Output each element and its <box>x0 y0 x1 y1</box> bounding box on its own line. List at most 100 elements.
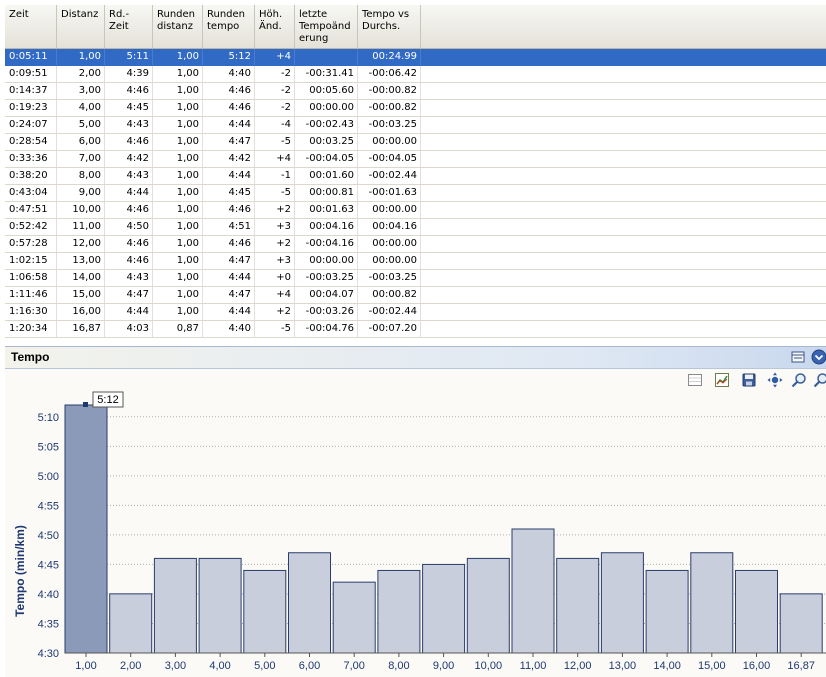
dropdown-icon[interactable] <box>811 349 826 365</box>
cell-runden_tempo: 4:44 <box>228 306 251 317</box>
cell-divider <box>420 151 421 167</box>
cell-divider <box>420 304 421 320</box>
column-header-letzte[interactable]: letzte Tempoänd erung <box>295 5 358 48</box>
chart-bar[interactable] <box>511 528 555 654</box>
table-row[interactable]: 0:43:04 9,00 4:44 1,00 4:45 -5 00:00.81 -00:01.… <box>5 185 826 202</box>
cell-tempo_vs: 00:00.00 <box>372 204 417 215</box>
column-header-tempo_vs[interactable]: Tempo vs Durchs. <box>358 5 421 48</box>
cell-letzte: 00:03.25 <box>309 136 354 147</box>
table-row[interactable]: 1:02:15 13,00 4:46 1,00 4:47 +3 00:00.00 00:00.… <box>5 253 826 270</box>
column-header-zeit[interactable]: Zeit <box>5 5 57 48</box>
cell-runden_distanz: 1,00 <box>176 221 199 232</box>
cell-tempo_vs: -00:03.25 <box>368 119 417 130</box>
chart-bar[interactable] <box>690 552 734 654</box>
cell-runden_tempo: 4:47 <box>228 136 251 147</box>
cell-distanz: 11,00 <box>72 221 101 232</box>
chart-bar[interactable] <box>466 557 510 654</box>
chart-bar[interactable] <box>288 552 331 654</box>
table-row[interactable]: 0:09:51 2,00 4:39 1,00 4:40 -2 -00:31.41 -00:06… <box>5 66 826 83</box>
zoom-in-icon[interactable] <box>791 372 807 388</box>
table-row[interactable]: 0:47:51 10,00 4:46 1,00 4:46 +2 00:01.63 00:00.… <box>5 202 826 219</box>
cell-divider <box>420 83 421 99</box>
cell-zeit: 1:06:58 <box>9 272 48 283</box>
x-tick-label: 12,00 <box>564 660 592 672</box>
chart-bar[interactable] <box>600 552 644 654</box>
cell-tempo_vs: -00:04.05 <box>368 153 417 164</box>
cell-runden_tempo: 4:47 <box>228 289 251 300</box>
column-header-hoeh[interactable]: Höh. Änd. <box>255 5 295 48</box>
cell-divider <box>420 117 421 133</box>
chart-bar[interactable] <box>198 557 242 654</box>
y-tick-label: 4:45 <box>38 559 59 571</box>
cell-hoeh: -2 <box>281 85 291 96</box>
x-tick-label: 15,00 <box>698 660 726 672</box>
chart-bar[interactable] <box>64 404 108 654</box>
chart-bar[interactable] <box>645 569 689 654</box>
table-row[interactable]: 0:38:20 8,00 4:43 1,00 4:44 -1 00:01.60 -00:02.… <box>5 168 826 185</box>
cell-letzte <box>295 49 358 65</box>
chart-bar[interactable] <box>422 563 466 654</box>
chart-bar[interactable] <box>243 569 287 654</box>
chart-bar[interactable] <box>109 593 153 654</box>
cell-letzte: -00:03.25 <box>305 272 354 283</box>
tempo-chart: 4:30 4:35 4:40 4:45 4:50 4:55 5:00 5:05 5:10 1,0… <box>5 391 826 677</box>
table-row[interactable]: 0:57:28 12,00 4:46 1,00 4:46 +2 -00:04.16 00:00… <box>5 236 826 253</box>
table-row[interactable]: 1:06:58 14,00 4:43 1,00 4:44 +0 -00:03.25 -00:0… <box>5 270 826 287</box>
cell-rd_zeit: 4:43 <box>126 119 149 130</box>
cell-runden_tempo: 4:51 <box>228 221 251 232</box>
grid-icon[interactable] <box>687 372 703 388</box>
table-row[interactable]: 1:20:34 16,87 4:03 0,87 4:40 -5 -00:04.76 -00:0… <box>5 321 826 338</box>
cell-rd_zeit: 4:46 <box>126 85 149 96</box>
save-icon[interactable] <box>741 372 757 388</box>
cell-letzte: -00:04.16 <box>305 238 354 249</box>
cell-runden_distanz: 1,00 <box>176 85 199 96</box>
cell-divider <box>420 321 421 337</box>
chart-bar[interactable] <box>779 593 823 654</box>
cell-rd_zeit: 4:46 <box>126 238 149 249</box>
table-row[interactable]: 0:24:07 5,00 4:43 1,00 4:44 -4 -00:02.43 -00:03… <box>5 117 826 134</box>
table-row[interactable]: 1:16:30 16,00 4:44 1,00 4:44 +2 -00:03.26 -00:0… <box>5 304 826 321</box>
cell-distanz: 6,00 <box>78 136 101 147</box>
x-tick-label: 9,00 <box>433 660 454 672</box>
cell-rd_zeit: 4:39 <box>126 68 149 79</box>
x-tick-label: 11,00 <box>520 660 547 672</box>
table-row[interactable]: 0:14:37 3,00 4:46 1,00 4:46 -2 00:05.60 -00:00.… <box>5 83 826 100</box>
cell-divider <box>420 253 421 269</box>
chart-bar[interactable] <box>153 557 197 654</box>
cell-tempo_vs: -00:02.44 <box>368 170 417 181</box>
cell-letzte: 00:00.00 <box>309 255 354 266</box>
zoom-out-icon[interactable] <box>813 372 826 388</box>
pan-icon[interactable] <box>767 372 783 388</box>
table-row[interactable]: 1:11:46 15,00 4:47 1,00 4:47 +4 00:04.07 00:00.… <box>5 287 826 304</box>
column-header-distanz[interactable]: Distanz <box>57 5 105 48</box>
cell-letzte: 00:00.00 <box>309 102 354 113</box>
collapse-icon[interactable] <box>790 349 806 365</box>
table-row[interactable]: 0:05:11 1,00 5:11 1,00 5:12 +4 00:24.99 <box>5 49 826 66</box>
cell-tempo_vs: 00:04.16 <box>372 221 417 232</box>
cell-zeit: 0:52:42 <box>9 221 48 232</box>
chart-bar[interactable] <box>377 569 421 654</box>
table-row[interactable]: 0:19:23 4,00 4:45 1,00 4:46 -2 00:00.00 -00:00.… <box>5 100 826 117</box>
table-row[interactable]: 0:33:36 7,00 4:42 1,00 4:42 +4 -00:04.05 -00:04… <box>5 151 826 168</box>
table-row[interactable]: 0:28:54 6,00 4:46 1,00 4:47 -5 00:03.25 00:00.0… <box>5 134 826 151</box>
cell-tempo_vs: -00:03.25 <box>368 272 417 283</box>
chart-bar[interactable] <box>556 557 600 654</box>
cell-distanz: 1,00 <box>78 51 101 62</box>
y-tick-label: 5:00 <box>38 471 59 483</box>
cell-zeit: 0:47:51 <box>9 204 48 215</box>
cell-runden_tempo: 4:46 <box>228 85 251 96</box>
chart-settings-icon[interactable] <box>714 372 730 388</box>
cell-letzte: 00:00.81 <box>309 187 354 198</box>
y-tick-label: 4:50 <box>38 530 59 542</box>
column-header-runden_tempo[interactable]: Runden tempo <box>203 5 255 48</box>
column-header-rd_zeit[interactable]: Rd.- Zeit <box>105 5 153 48</box>
table-row[interactable]: 0:52:42 11,00 4:50 1,00 4:51 +3 00:04.16 00:04.… <box>5 219 826 236</box>
column-header-runden_distanz[interactable]: Runden distanz <box>153 5 203 48</box>
cell-letzte: 00:05.60 <box>309 85 354 96</box>
cell-rd_zeit: 4:43 <box>126 170 149 181</box>
chart-bar[interactable] <box>735 569 778 654</box>
chart-bar[interactable] <box>332 581 376 654</box>
cell-runden_tempo: 5:12 <box>228 51 251 62</box>
cell-runden_distanz: 1,00 <box>176 289 199 300</box>
cell-rd_zeit: 4:45 <box>126 102 149 113</box>
